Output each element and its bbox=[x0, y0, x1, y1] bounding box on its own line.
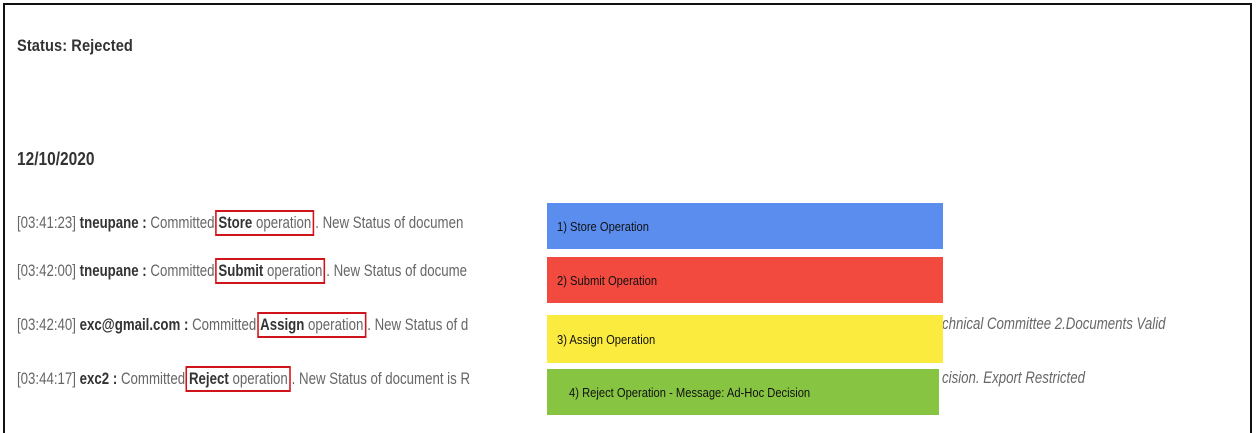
legend-submit-operation: 2) Submit Operation bbox=[547, 257, 943, 303]
reject-operation-highlight: Reject operation bbox=[185, 366, 291, 392]
legend-reject-operation: 4) Reject Operation - Message: Ad-Hoc De… bbox=[547, 369, 939, 415]
log-entry-reject-tail: cision. Export Restricted bbox=[942, 366, 1085, 390]
log-committed: Committed bbox=[150, 213, 215, 232]
log-committed: Committed bbox=[120, 369, 186, 388]
op-name: Reject bbox=[188, 369, 229, 388]
log-message: . New Status of d bbox=[367, 315, 469, 334]
log-user: tneupane bbox=[79, 213, 139, 232]
log-message: . New Status of documen bbox=[315, 213, 464, 232]
log-time: [03:41:23] bbox=[17, 213, 76, 232]
log-entry-assign: [03:42:40] exc@gmail.com : Committed Assi… bbox=[17, 312, 469, 338]
log-entry-assign-tail: chnical Committee 2.Documents Valid bbox=[942, 312, 1166, 336]
log-time: [03:44:17] bbox=[17, 369, 76, 388]
log-entry-store: [03:41:23] tneupane : Committed Store ope… bbox=[17, 210, 464, 236]
log-date: 12/10/2020 bbox=[17, 149, 95, 169]
log-time: [03:42:40] bbox=[17, 315, 76, 334]
log-time: [03:42:00] bbox=[17, 261, 76, 280]
log-separator: : bbox=[180, 315, 193, 334]
submit-operation-highlight: Submit operation bbox=[215, 258, 326, 284]
log-message: . New Status of document is R bbox=[291, 369, 471, 388]
status-label: Status: Rejected bbox=[17, 36, 133, 55]
legend-store-operation: 1) Store Operation bbox=[547, 203, 943, 249]
log-committed: Committed bbox=[150, 261, 215, 280]
log-separator: : bbox=[138, 261, 151, 280]
op-name: Store bbox=[218, 213, 253, 232]
legend-assign-operation: 3) Assign Operation bbox=[547, 315, 943, 363]
log-committed: Committed bbox=[192, 315, 257, 334]
log-entry-submit: [03:42:00] tneupane : Committed Submit op… bbox=[17, 258, 468, 284]
log-user: exc@gmail.com bbox=[79, 315, 181, 334]
log-user: tneupane bbox=[79, 261, 139, 280]
store-operation-highlight: Store operation bbox=[215, 210, 315, 236]
log-separator: : bbox=[109, 369, 121, 388]
log-entry-reject: [03:44:17] exc2 : Committed Reject operat… bbox=[17, 366, 471, 392]
assign-operation-highlight: Assign operation bbox=[256, 312, 367, 338]
op-name: Assign bbox=[260, 315, 305, 334]
log-message: . New Status of docume bbox=[326, 261, 468, 280]
op-name: Submit bbox=[218, 261, 264, 280]
log-message-tail: cision. Export Restricted bbox=[942, 368, 1085, 387]
log-message-tail: chnical Committee 2.Documents Valid bbox=[942, 314, 1166, 333]
log-user: exc2 bbox=[79, 369, 110, 388]
log-separator: : bbox=[138, 213, 151, 232]
